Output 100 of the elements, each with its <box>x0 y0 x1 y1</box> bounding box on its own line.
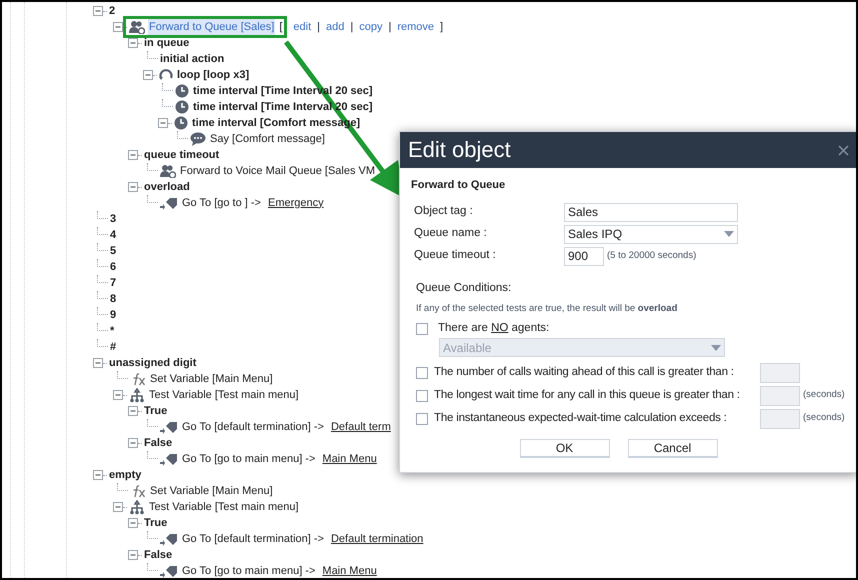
condition-label: There are NO agents: <box>438 321 550 336</box>
queue-select[interactable]: Sales IPQ <box>564 224 738 244</box>
close-icon[interactable] <box>838 144 849 156</box>
collapse-icon[interactable] <box>128 150 138 160</box>
speech-bubble-icon <box>190 132 206 146</box>
tree-node-label[interactable]: 2 <box>109 2 116 20</box>
target-link[interactable]: Default termination <box>330 530 424 548</box>
threshold-input[interactable] <box>760 386 800 406</box>
tree-node-label[interactable]: * <box>110 322 114 340</box>
separator-text: | <box>388 20 392 35</box>
threshold-input[interactable] <box>760 362 800 382</box>
collapse-icon[interactable] <box>113 502 123 512</box>
collapse-icon[interactable] <box>113 390 123 400</box>
tree-node-label[interactable]: Go To [default termination] -> <box>182 530 324 548</box>
collapse-icon[interactable] <box>158 118 168 128</box>
collapse-icon[interactable] <box>93 6 103 16</box>
tree-node-label[interactable]: 7 <box>110 274 116 292</box>
collapse-icon[interactable] <box>143 70 153 80</box>
collapse-icon[interactable] <box>128 550 138 560</box>
target-link[interactable]: Main Menu <box>322 450 377 468</box>
collapse-icon[interactable] <box>128 182 138 192</box>
action-link[interactable]: add <box>326 18 344 36</box>
separator-text: | <box>350 20 354 35</box>
tree-node-label[interactable]: 8 <box>110 290 116 308</box>
branch-icon <box>129 388 145 402</box>
people-icon <box>129 20 145 34</box>
action-link[interactable]: edit <box>293 18 312 36</box>
object-type-heading: Forward to Queue <box>411 178 506 193</box>
tree-node-label[interactable]: 6 <box>110 258 116 276</box>
clock-icon <box>174 116 188 130</box>
separator-text: | <box>317 20 320 35</box>
tree-node-label[interactable]: Go To [default termination] -> <box>182 418 324 436</box>
target-link[interactable]: Default term <box>330 418 391 436</box>
timeout-input[interactable]: 900 <box>564 246 604 266</box>
range-hint: (5 to 20000 seconds) <box>607 248 696 263</box>
tree-node-label[interactable]: loop [loop x3] <box>177 66 250 84</box>
tree-node-label[interactable]: Go To [go to ] -> <box>182 194 261 212</box>
bracket-text: [ <box>279 20 282 35</box>
tree-node-label[interactable]: # <box>110 338 116 356</box>
checkbox[interactable] <box>416 366 428 378</box>
tree-node-label[interactable]: Say [Comfort message] <box>210 130 325 148</box>
loop-icon <box>159 68 173 82</box>
collapse-icon[interactable] <box>128 406 138 416</box>
tree-node-label[interactable]: Set Variable [Main Menu] <box>150 370 273 388</box>
tree-node-label[interactable]: False <box>144 546 172 564</box>
collapse-icon[interactable] <box>128 438 138 448</box>
tree-node-label[interactable]: 9 <box>110 306 116 324</box>
conditions-note: If any of the selected tests are true, the result will be overload <box>415 302 678 316</box>
tree-node-label[interactable]: Forward to Queue [Sales] <box>148 18 276 36</box>
target-link[interactable]: Main Menu <box>322 562 377 578</box>
separator-text: ] <box>440 20 444 35</box>
tag-icon <box>160 196 178 210</box>
tree-node-label[interactable]: Set Variable [Main Menu] <box>150 482 273 500</box>
tree-node-label[interactable]: queue timeout <box>144 146 220 164</box>
text-input[interactable]: Sales <box>564 202 738 222</box>
tree-node-label[interactable]: Test Variable [Test main menu] <box>149 386 299 404</box>
tree-node-label[interactable]: True <box>144 402 168 420</box>
tree-node-label[interactable]: Go To [go to main menu] -> <box>182 450 316 468</box>
condition-label: The longest wait time for any call in this queue is greater than : <box>434 388 741 403</box>
action-link[interactable]: remove <box>397 18 434 36</box>
tree-node-label[interactable]: 5 <box>110 242 116 260</box>
unit-label: (seconds) <box>803 388 845 402</box>
target-link[interactable]: Emergency <box>268 194 324 212</box>
collapse-icon[interactable] <box>93 470 103 480</box>
tag-icon <box>160 452 178 466</box>
tree-node-label[interactable]: True <box>144 514 168 532</box>
field-label: Queue timeout : <box>414 248 497 264</box>
tree-node-label[interactable]: 3 <box>110 210 116 228</box>
field-label: Queue name : <box>414 226 488 242</box>
dialog-button[interactable]: OK <box>520 439 610 458</box>
tree-node-label[interactable]: initial action <box>160 50 224 68</box>
collapse-icon[interactable] <box>93 358 103 368</box>
checkbox[interactable] <box>416 412 428 424</box>
field-label: Object tag : <box>414 204 474 220</box>
condition-label: The instantaneous expected-wait-time calculation exceeds : <box>434 410 728 426</box>
action-link[interactable]: copy <box>359 18 382 36</box>
collapse-icon[interactable] <box>128 518 138 528</box>
branch-icon <box>129 500 145 514</box>
tree-node-label[interactable]: Go To [go to main menu] -> <box>182 562 316 578</box>
tree-node-label[interactable]: overload <box>144 178 190 196</box>
dropdown-caret-icon <box>711 344 721 350</box>
tree-node-label[interactable]: Forward to Voice Mail Queue [Sales VM <box>180 162 376 180</box>
threshold-input[interactable] <box>760 408 800 428</box>
collapse-icon[interactable] <box>128 38 138 48</box>
tree-node-label[interactable]: 4 <box>110 226 116 244</box>
dialog-button[interactable]: Cancel <box>628 439 718 458</box>
tree-node-label[interactable]: empty <box>109 466 142 484</box>
dialog-title: Edit object <box>408 139 511 161</box>
checkbox[interactable] <box>416 323 428 335</box>
tree-node-label[interactable]: Test Variable [Test main menu] <box>149 498 299 516</box>
tree-node-label[interactable]: False <box>144 434 172 452</box>
tree-node-label[interactable]: in queue <box>144 34 190 52</box>
tree-node-label[interactable]: unassigned digit <box>109 354 196 372</box>
dropdown-caret-icon <box>724 231 734 237</box>
tag-icon <box>160 420 178 434</box>
section-heading: Queue Conditions: <box>415 280 512 296</box>
unit-label: (seconds) <box>803 411 845 426</box>
collapse-icon[interactable] <box>113 22 123 32</box>
clock-icon <box>175 100 189 114</box>
checkbox[interactable] <box>416 390 428 402</box>
